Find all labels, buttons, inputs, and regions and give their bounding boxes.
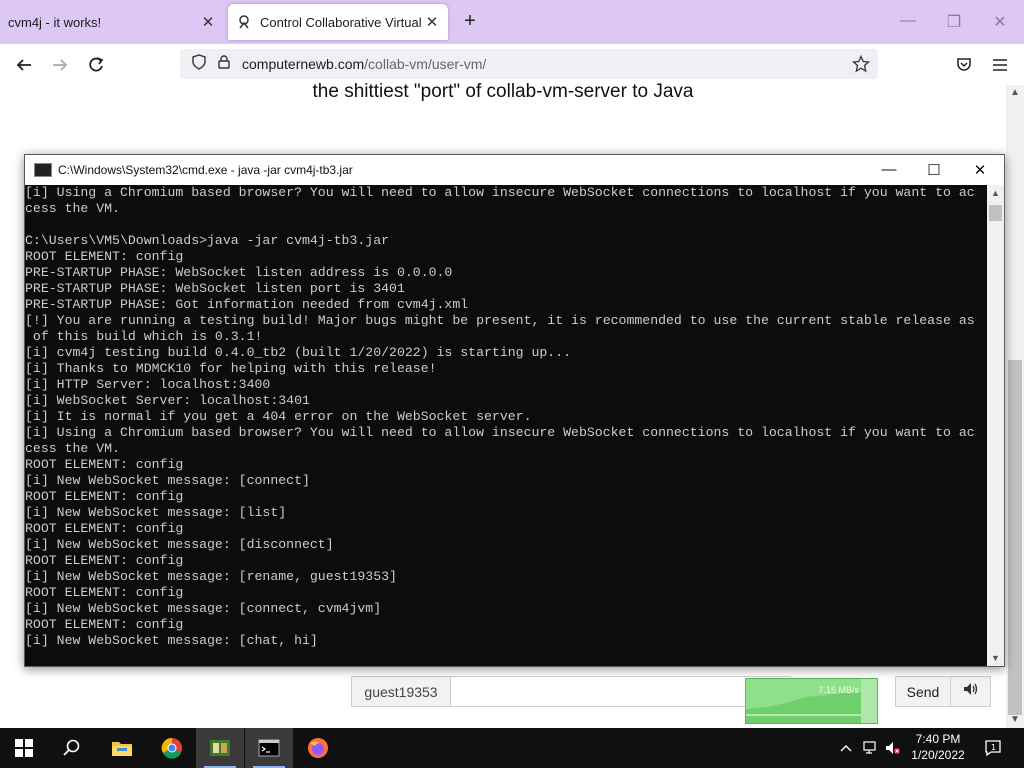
tab-title: cvm4j - it works!	[8, 14, 102, 30]
cmd-title-bar[interactable]: C:\Windows\System32\cmd.exe - java -jar …	[25, 155, 1004, 185]
console-line: ROOT ELEMENT: config	[25, 521, 184, 536]
shield-icon[interactable]	[192, 53, 206, 75]
tab-cvm4j[interactable]: cvm4j - it works! ✕	[0, 4, 224, 40]
console-line: [i] New WebSocket message: [list]	[25, 505, 287, 520]
browser-tab-bar: cvm4j - it works! ✕ Control Collaborativ…	[0, 0, 1024, 44]
menu-icon[interactable]	[988, 53, 1012, 77]
cmd-icon[interactable]	[245, 728, 293, 768]
back-icon[interactable]	[12, 53, 36, 77]
url-bar[interactable]: computernewb.com/collab-vm/user-vm/	[180, 49, 878, 79]
tab-collab-vm[interactable]: Control Collaborative Virtual M ✕	[228, 4, 448, 40]
console-line: cess the VM.	[25, 201, 120, 216]
console-line: [i] WebSocket Server: localhost:3401	[25, 393, 310, 408]
console-line: [i] HTTP Server: localhost:3400	[25, 377, 271, 392]
close-icon[interactable]: ✕	[968, 161, 992, 179]
cmd-window-icon	[34, 163, 52, 177]
maximize-icon[interactable]: ☐	[922, 161, 946, 179]
volume-button[interactable]	[951, 676, 991, 707]
svg-text:1: 1	[991, 743, 996, 752]
green-app-icon[interactable]	[196, 728, 244, 768]
scroll-down-icon[interactable]: ▼	[1006, 712, 1024, 728]
speaker-icon	[963, 682, 979, 701]
taskbar: 7:40 PM 1/20/2022 1	[0, 728, 1024, 768]
console-line: [i] New WebSocket message: [connect]	[25, 473, 310, 488]
lock-icon[interactable]	[218, 54, 230, 74]
file-explorer-icon[interactable]	[98, 728, 146, 768]
url-text: computernewb.com/collab-vm/user-vm/	[242, 56, 486, 72]
volume-muted-icon[interactable]	[885, 740, 901, 756]
search-icon[interactable]	[48, 728, 96, 768]
clock[interactable]: 7:40 PM 1/20/2022	[906, 731, 970, 763]
console-line: ROOT ELEMENT: config	[25, 249, 184, 264]
console-line: PRE-STARTUP PHASE: WebSocket listen port…	[25, 281, 405, 296]
page-title: the shittiest "port" of collab-vm-server…	[312, 81, 694, 102]
console-line: ROOT ELEMENT: config	[25, 489, 184, 504]
console-line: [!] You are running a testing build! Maj…	[25, 313, 975, 328]
console-line: of this build which is 0.3.1!	[25, 329, 263, 344]
console-line: ROOT ELEMENT: config	[25, 585, 184, 600]
scroll-down-icon[interactable]: ▼	[987, 650, 1004, 666]
console-line: PRE-STARTUP PHASE: WebSocket listen addr…	[25, 265, 453, 280]
console-output[interactable]: [i] Using a Chromium based browser? You …	[25, 185, 986, 666]
chat-input[interactable]	[451, 676, 791, 707]
network-meter-controls[interactable]	[861, 679, 877, 723]
console-line: ROOT ELEMENT: config	[25, 617, 184, 632]
reload-icon[interactable]	[84, 53, 108, 77]
console-scrollbar-thumb[interactable]	[989, 205, 1002, 221]
console-line: PRE-STARTUP PHASE: Got information neede…	[25, 297, 469, 312]
url-path: /collab-vm/user-vm/	[364, 56, 487, 72]
firefox-icon[interactable]	[294, 728, 342, 768]
console-line: ROOT ELEMENT: config	[25, 457, 184, 472]
console-scrollbar[interactable]	[987, 185, 1004, 666]
console-line: [i] Using a Chromium based browser? You …	[25, 425, 975, 440]
network-rate: 7.15 MB/s	[818, 685, 859, 695]
chevron-up-icon[interactable]	[838, 740, 854, 756]
chrome-icon[interactable]	[148, 728, 196, 768]
browser-nav-bar: computernewb.com/collab-vm/user-vm/	[0, 44, 1024, 86]
network-icon[interactable]	[863, 740, 879, 756]
page-scrollbar-thumb[interactable]	[1008, 360, 1022, 715]
console-line: ROOT ELEMENT: config	[25, 553, 184, 568]
console-line: cess the VM.	[25, 441, 120, 456]
close-icon[interactable]: ✕	[200, 13, 216, 31]
clock-date: 1/20/2022	[911, 748, 965, 762]
network-meter: 7.15 MB/s	[745, 678, 878, 724]
console-line: C:\Users\VM5\Downloads>java -jar cvm4j-t…	[25, 233, 390, 248]
notification-icon[interactable]: 1	[984, 739, 1002, 757]
scroll-up-icon[interactable]: ▲	[987, 185, 1004, 201]
send-button[interactable]: Send	[895, 676, 951, 707]
clock-time: 7:40 PM	[915, 732, 961, 746]
new-tab-icon[interactable]: +	[458, 10, 482, 33]
scroll-up-icon[interactable]: ▲	[1006, 85, 1024, 101]
close-icon[interactable]: ✕	[424, 13, 440, 31]
bookmark-star-icon[interactable]	[851, 54, 871, 78]
console-line: [i] It is normal if you get a 404 error …	[25, 409, 532, 424]
minimize-icon[interactable]: —	[898, 12, 918, 30]
close-window-icon[interactable]: ✕	[990, 12, 1010, 32]
console-line: [i] New WebSocket message: [disconnect]	[25, 537, 334, 552]
console-line: [i] Thanks to MDMCK10 for helping with t…	[25, 361, 437, 376]
username-label[interactable]: guest19353	[351, 676, 451, 707]
minimize-icon[interactable]: —	[877, 161, 901, 178]
console-line: [i] New WebSocket message: [rename, gues…	[25, 569, 397, 584]
tab-title: Control Collaborative Virtual M	[260, 14, 424, 30]
url-domain: computernewb.com	[242, 56, 365, 72]
console-line: [i] cvm4j testing build 0.4.0_tb2 (built…	[25, 345, 572, 360]
console-line: [i] New WebSocket message: [connect, cvm…	[25, 601, 382, 616]
pocket-icon[interactable]	[952, 53, 976, 77]
start-button[interactable]	[0, 728, 48, 768]
restore-icon[interactable]: ❐	[944, 12, 964, 32]
chat-bar: guest19353 Send	[351, 676, 991, 707]
forward-icon[interactable]	[48, 53, 72, 77]
console-line: [i] New WebSocket message: [chat, hi]	[25, 633, 318, 648]
computer-icon	[236, 14, 252, 30]
cmd-window[interactable]: C:\Windows\System32\cmd.exe - java -jar …	[24, 154, 1005, 667]
cmd-title: C:\Windows\System32\cmd.exe - java -jar …	[58, 163, 353, 177]
console-line: [i] Using a Chromium based browser? You …	[25, 185, 975, 200]
